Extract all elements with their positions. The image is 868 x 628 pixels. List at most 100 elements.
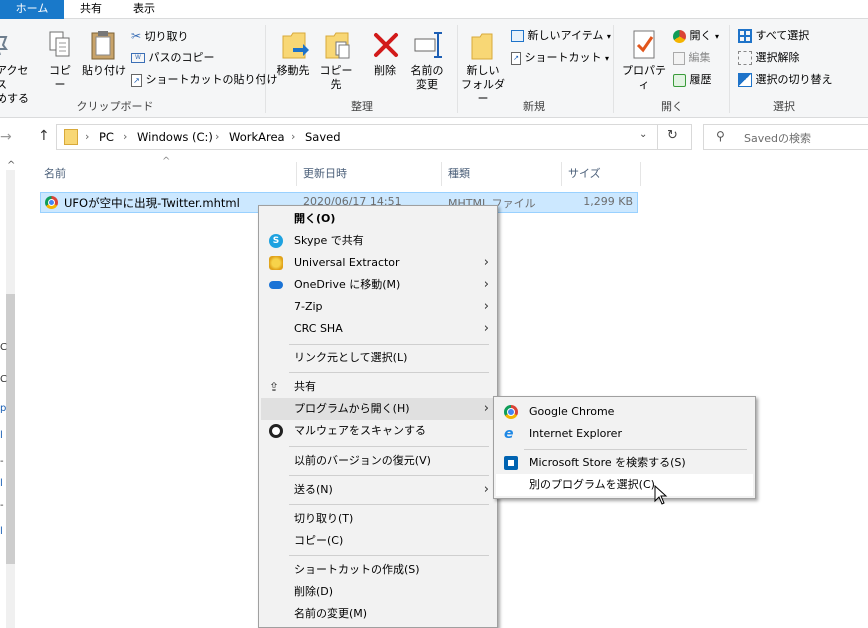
column-header-date[interactable]: 更新日時 xyxy=(303,166,347,182)
invert-selection-icon xyxy=(738,73,752,87)
search-box[interactable]: ⚲ Savedの検索 xyxy=(703,124,868,150)
up-arrow-icon[interactable]: ↑ xyxy=(38,128,50,144)
select-all-button[interactable]: すべて選択 xyxy=(738,27,809,45)
paste-shortcut-icon: ↗ xyxy=(131,73,142,87)
new-item-icon xyxy=(511,30,524,42)
back-arrow-icon[interactable]: → xyxy=(0,129,12,145)
onedrive-icon xyxy=(269,281,283,289)
nav-edge-text: - xyxy=(0,500,4,511)
breadcrumb-pc[interactable]: PC xyxy=(99,130,114,144)
internet-explorer-icon: e xyxy=(504,426,514,442)
move-to-icon xyxy=(281,28,309,62)
dropdown-arrow-icon: ▾ xyxy=(715,32,720,41)
open-button[interactable]: 開く ▾ xyxy=(673,27,719,45)
menu-item-rename[interactable]: 名前の変更(M) xyxy=(261,603,495,625)
cut-button[interactable]: ✂ 切り取り xyxy=(131,27,189,45)
menu-item-skype[interactable]: S Skype で共有 xyxy=(261,230,495,252)
menu-item-create-shortcut[interactable]: ショートカットの作成(S) xyxy=(261,559,495,581)
menu-separator xyxy=(289,446,489,447)
rename-icon xyxy=(412,30,444,60)
select-none-icon xyxy=(738,51,752,65)
properties-icon xyxy=(631,29,657,61)
new-item-button[interactable]: 新しいアイテム ▾ xyxy=(511,27,611,45)
submenu-arrow-icon: › xyxy=(483,401,489,416)
easy-access-button[interactable]: ↗ ショートカット ▾ xyxy=(511,49,609,67)
group-label-clipboard: クリップボード xyxy=(76,100,154,113)
breadcrumb-drive[interactable]: Windows (C:) xyxy=(137,130,213,144)
search-placeholder: Savedの検索 xyxy=(744,132,811,145)
edit-icon xyxy=(673,51,685,65)
refresh-icon[interactable]: ↻ xyxy=(667,128,678,143)
menu-item-delete[interactable]: 削除(D) xyxy=(261,581,495,603)
menu-item-scan-malware[interactable]: マルウェアをスキャンする xyxy=(261,420,495,442)
paste-shortcut-button[interactable]: ↗ ショートカットの貼り付け xyxy=(131,71,278,89)
menu-item-restore-previous[interactable]: 以前のバージョンの復元(V) xyxy=(261,450,495,472)
address-divider xyxy=(657,125,658,149)
menu-separator xyxy=(524,449,747,450)
nav-edge-text: - xyxy=(0,456,4,467)
properties-button[interactable]: プロパティ xyxy=(618,64,670,92)
chrome-icon xyxy=(673,29,686,43)
menu-item-universal-extractor[interactable]: Universal Extractor › xyxy=(261,252,495,274)
ribbon-tab-bar: ホーム 共有 表示 xyxy=(0,0,868,19)
move-to-button[interactable]: 移動先 xyxy=(274,64,312,78)
group-label-select: 選択 xyxy=(773,100,795,113)
menu-item-share[interactable]: ⇪ 共有 xyxy=(261,376,495,398)
copy-path-button[interactable]: W パスのコピー xyxy=(131,49,215,67)
submenu-item-internet-explorer[interactable]: e Internet Explorer xyxy=(496,423,753,445)
select-none-button[interactable]: 選択解除 xyxy=(738,49,800,67)
ribbon-divider xyxy=(265,25,266,113)
nav-scrollbar-thumb[interactable] xyxy=(6,294,15,564)
submenu-item-choose-another-app[interactable]: 別のプログラムを選択(C) xyxy=(496,474,753,496)
new-folder-button[interactable]: 新しい フォルダー xyxy=(458,64,508,106)
column-header-name[interactable]: 名前 xyxy=(44,166,66,182)
ribbon-divider xyxy=(729,25,730,113)
breadcrumb-saved[interactable]: Saved xyxy=(305,130,341,144)
menu-separator xyxy=(289,344,489,345)
copy-button[interactable]: コピー xyxy=(44,64,76,92)
pin-to-quick-access-button[interactable]: アクセス めする xyxy=(0,64,38,106)
menu-item-send-to[interactable]: 送る(N) › xyxy=(261,479,495,501)
paste-button[interactable]: 貼り付け xyxy=(82,64,126,78)
address-row: → ↑ › PC › Windows (C:) › WorkArea › Sav… xyxy=(0,119,868,157)
column-header-type[interactable]: 種類 xyxy=(448,166,470,182)
history-button[interactable]: 履歴 xyxy=(673,71,712,89)
file-size: 1,299 KB xyxy=(583,195,633,208)
submenu-arrow-icon: › xyxy=(483,482,489,497)
submenu-arrow-icon: › xyxy=(483,255,489,270)
edit-button[interactable]: 編集 xyxy=(673,49,711,67)
menu-item-onedrive[interactable]: OneDrive に移動(M) › xyxy=(261,274,495,296)
breadcrumb-workarea[interactable]: WorkArea xyxy=(229,130,285,144)
nav-edge-text: C xyxy=(0,342,7,353)
menu-item-crc-sha[interactable]: CRC SHA › xyxy=(261,318,495,340)
file-name: UFOが空中に出現-Twitter.mhtml xyxy=(64,196,240,210)
menu-item-7zip[interactable]: 7-Zip › xyxy=(261,296,495,318)
menu-item-cut[interactable]: 切り取り(T) xyxy=(261,508,495,530)
group-label-organize: 整理 xyxy=(351,100,373,113)
chrome-icon xyxy=(504,405,518,419)
menu-separator xyxy=(289,372,489,373)
menu-item-copy[interactable]: コピー(C) xyxy=(261,530,495,552)
tab-view[interactable]: 表示 xyxy=(118,0,170,19)
dropdown-arrow-icon: ▾ xyxy=(605,54,610,63)
address-bar[interactable]: › PC › Windows (C:) › WorkArea › Saved ⌄… xyxy=(56,124,692,150)
menu-item-open[interactable]: 開く(O) xyxy=(261,208,495,230)
skype-icon: S xyxy=(269,234,283,248)
ribbon-divider xyxy=(613,25,614,113)
rename-button[interactable]: 名前の 変更 xyxy=(406,64,448,92)
copy-to-button[interactable]: コピー先 xyxy=(316,64,356,92)
tab-share[interactable]: 共有 xyxy=(64,0,118,19)
column-divider xyxy=(561,162,562,186)
column-divider xyxy=(296,162,297,186)
tab-home[interactable]: ホーム xyxy=(0,0,64,19)
submenu-item-chrome[interactable]: Google Chrome xyxy=(496,401,753,423)
context-menu: 開く(O) S Skype で共有 Universal Extractor › … xyxy=(258,205,498,628)
column-header-size[interactable]: サイズ xyxy=(568,166,601,182)
menu-separator xyxy=(289,555,489,556)
menu-item-open-with[interactable]: プログラムから開く(H) › xyxy=(261,398,495,420)
invert-selection-button[interactable]: 選択の切り替え xyxy=(738,71,833,89)
delete-button[interactable]: 削除 xyxy=(368,64,402,78)
menu-item-select-link-source[interactable]: リンク元として選択(L) xyxy=(261,347,495,369)
submenu-item-microsoft-store[interactable]: Microsoft Store を検索する(S) xyxy=(496,452,753,474)
history-dropdown-icon[interactable]: ⌄ xyxy=(639,129,647,140)
